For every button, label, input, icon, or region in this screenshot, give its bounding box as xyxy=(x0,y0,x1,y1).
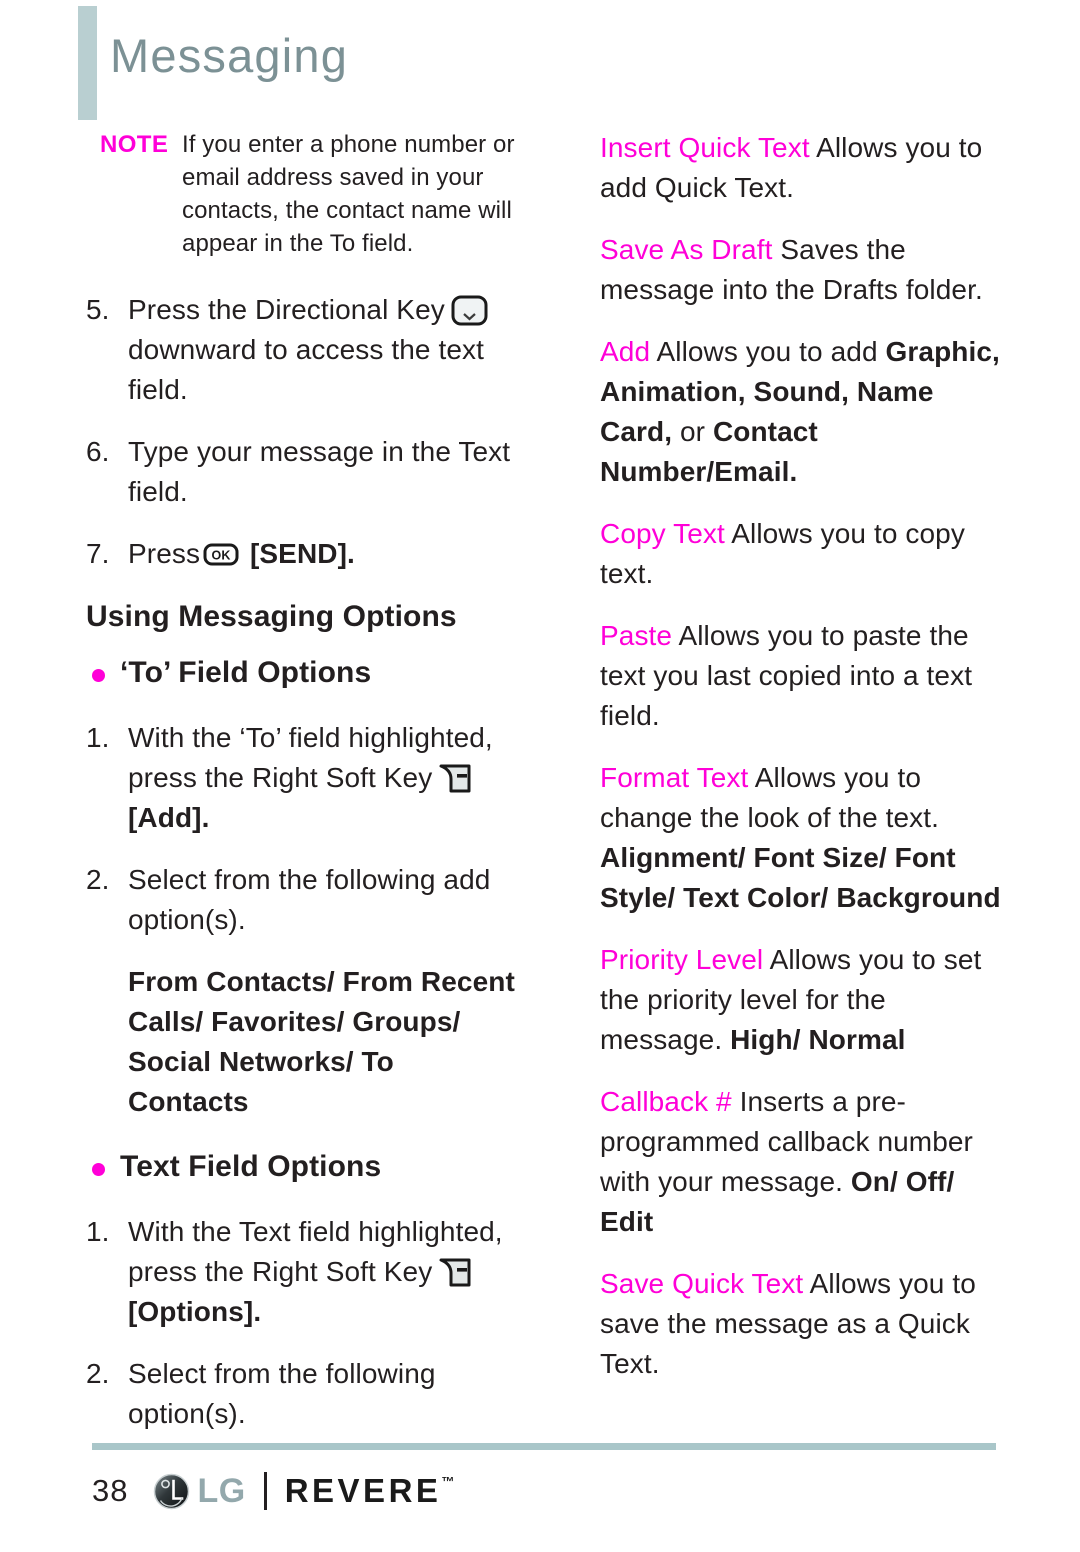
svg-text:OK: OK xyxy=(212,549,231,563)
step-5-text-before: Press the Directional Key xyxy=(128,294,445,325)
model-wordmark: REVERE™ xyxy=(285,1472,455,1510)
to-field-step-1-number: 1. xyxy=(86,722,110,753)
text-field-step-1: 1. With the Text field highlighted, pres… xyxy=(86,1212,516,1332)
page-footer: 38 LG REVERE™ xyxy=(0,1432,1080,1552)
ok-key-icon: OK xyxy=(203,537,239,566)
text-field-step-2: 2. Select from the following option(s). xyxy=(86,1354,516,1434)
step-6-number: 6. xyxy=(86,436,110,467)
step-7-number: 7. xyxy=(86,538,110,569)
option-format-text: Format Text Allows you to change the loo… xyxy=(600,758,1012,918)
to-field-step-2-text: Select from the following add option(s). xyxy=(128,864,491,935)
bullet-text-field-options: Text Field Options xyxy=(86,1146,516,1188)
option-term: Add xyxy=(600,336,651,367)
directional-key-icon xyxy=(451,295,488,326)
option-term: Paste xyxy=(600,620,673,651)
page-header: Messaging xyxy=(0,0,1080,125)
note-text: If you enter a phone number or email add… xyxy=(182,131,515,257)
text-field-step-2-number: 2. xyxy=(86,1358,110,1389)
option-paste: Paste Allows you to paste the text you l… xyxy=(600,616,1012,736)
option-term: Insert Quick Text xyxy=(600,132,810,163)
option-priority-level: Priority Level Allows you to set the pri… xyxy=(600,940,1012,1060)
to-field-step-1: 1. With the ‘To’ field highlighted, pres… xyxy=(86,718,516,838)
right-soft-key-icon xyxy=(438,1257,472,1288)
footer-divider xyxy=(92,1443,996,1450)
option-description: Allows you to add xyxy=(656,336,886,367)
page-title: Messaging xyxy=(110,29,349,82)
logo-divider xyxy=(263,1472,267,1510)
note-label: NOTE xyxy=(100,131,169,158)
to-field-option-values: From Contacts/ From Recent Calls/ Favori… xyxy=(128,966,515,1117)
lg-logo-icon xyxy=(153,1473,190,1510)
lg-wordmark: LG xyxy=(197,1471,246,1510)
option-save-as-draft: Save As Draft Saves the message into the… xyxy=(600,230,1012,310)
page-number: 38 xyxy=(92,1473,129,1508)
option-term: Priority Level xyxy=(600,944,764,975)
step-5-number: 5. xyxy=(86,294,110,325)
step-7-text-after: [SEND]. xyxy=(249,538,355,569)
header-accent-bar xyxy=(78,6,97,120)
left-column: NOTE If you enter a phone number or emai… xyxy=(86,128,516,1456)
option-term: Save As Draft xyxy=(600,234,773,265)
to-field-step-2: 2. Select from the following add option(… xyxy=(86,860,516,940)
step-7: 7. Press OK [SEND]. xyxy=(86,534,516,574)
option-term: Format Text xyxy=(600,762,749,793)
option-term: Save Quick Text xyxy=(600,1268,804,1299)
to-field-step-2-number: 2. xyxy=(86,864,110,895)
bullet-dot-icon xyxy=(92,669,105,682)
note-block: NOTE If you enter a phone number or emai… xyxy=(86,128,516,260)
step-6-text: Type your message in the Text field. xyxy=(128,436,511,507)
option-add: Add Allows you to add Graphic, Animation… xyxy=(600,332,1012,492)
step-5-text-after: downward to access the text field. xyxy=(128,334,484,405)
text-field-step-1-number: 1. xyxy=(86,1216,110,1247)
right-column: Insert Quick Text Allows you to add Quic… xyxy=(600,128,1012,1406)
option-values: Alignment/ Font Size/ Font Style/ Text C… xyxy=(600,842,1001,913)
option-description-mid: or xyxy=(672,416,713,447)
trademark-symbol: ™ xyxy=(441,1474,455,1489)
option-values: High/ Normal xyxy=(730,1024,906,1055)
bullet-dot-icon xyxy=(92,1163,105,1176)
option-term: Callback # xyxy=(600,1086,732,1117)
model-name: REVERE xyxy=(284,1472,442,1509)
step-7-text-before: Press xyxy=(128,538,201,569)
option-insert-quick-text: Insert Quick Text Allows you to add Quic… xyxy=(600,128,1012,208)
to-field-step-1-text-after: [Add]. xyxy=(128,802,210,833)
step-5: 5. Press the Directional Key downward to… xyxy=(86,290,516,410)
option-term: Copy Text xyxy=(600,518,725,549)
bullet-to-field-options: ‘To’ Field Options xyxy=(86,652,516,694)
option-copy-text: Copy Text Allows you to copy text. xyxy=(600,514,1012,594)
text-field-step-1-text-after: [Options]. xyxy=(128,1296,262,1327)
option-save-quick-text: Save Quick Text Allows you to save the m… xyxy=(600,1264,1012,1384)
right-soft-key-icon xyxy=(438,763,472,794)
step-6: 6. Type your message in the Text field. xyxy=(86,432,516,512)
option-callback-number: Callback # Inserts a pre-programmed call… xyxy=(600,1082,1012,1242)
bullet-text-field-options-label: Text Field Options xyxy=(120,1150,382,1183)
bullet-to-field-options-label: ‘To’ Field Options xyxy=(120,656,372,689)
footer-content: 38 LG REVERE™ xyxy=(92,1467,454,1515)
text-field-step-2-text: Select from the following option(s). xyxy=(128,1358,436,1429)
section-heading-using-messaging-options: Using Messaging Options xyxy=(86,600,457,633)
